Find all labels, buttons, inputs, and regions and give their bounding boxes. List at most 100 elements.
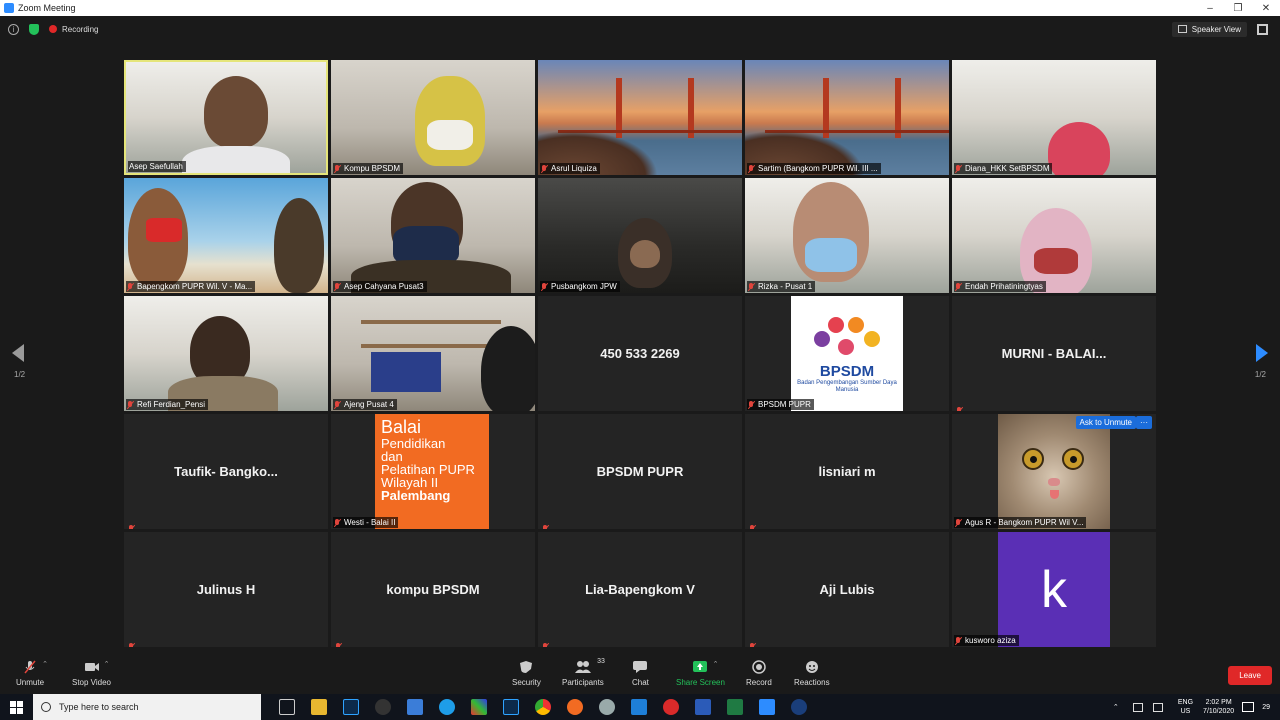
share-screen-button[interactable]: ⌃ Share Screen <box>676 660 725 687</box>
windows-start-icon[interactable] <box>10 700 23 714</box>
color-app-icon[interactable] <box>471 699 487 715</box>
mail-icon[interactable] <box>631 699 647 715</box>
participant-tile[interactable]: Asep Cahyana Pusat3 <box>331 178 535 293</box>
participants-button[interactable]: 33 Participants <box>562 658 605 687</box>
record-label: Record <box>746 678 772 687</box>
window-titlebar: Zoom Meeting – ❐ ✕ <box>0 0 1280 16</box>
word-icon[interactable] <box>695 699 711 715</box>
participant-name: Asep Cahyana Pusat3 <box>333 281 427 292</box>
video-options-caret-icon[interactable]: ⌃ <box>104 660 110 668</box>
prev-page-arrow-icon[interactable] <box>12 344 24 362</box>
window-title: Zoom Meeting <box>18 3 76 13</box>
participant-tile[interactable]: Endah Prihatiningtyas <box>952 178 1156 293</box>
excel-icon[interactable] <box>727 699 743 715</box>
participant-name: Ajeng Pusat 4 <box>333 399 397 410</box>
unmute-button[interactable]: ⌃ Unmute <box>16 660 48 687</box>
volume-icon[interactable] <box>1152 702 1163 712</box>
participant-name: Diana_HKK SetBPSDM <box>954 163 1053 174</box>
participant-tile[interactable]: Ajeng Pusat 4 <box>331 296 535 411</box>
chat-button[interactable]: Chat <box>632 660 649 687</box>
participant-tile[interactable]: Rizka - Pusat 1 <box>745 178 949 293</box>
more-options-button[interactable]: ··· <box>1136 416 1152 429</box>
edge-icon[interactable] <box>439 699 455 715</box>
tool-app-icon[interactable] <box>599 699 615 715</box>
participant-tile[interactable]: Diana_HKK SetBPSDM <box>952 60 1156 175</box>
mic-muted-icon: ⌃ <box>22 660 48 674</box>
fullscreen-icon[interactable] <box>1257 23 1268 35</box>
participant-tile[interactable]: 450 533 2269 <box>538 296 742 411</box>
region-code: US <box>1180 708 1191 715</box>
leave-button[interactable]: Leave <box>1228 666 1272 685</box>
recording-label: Recording <box>62 24 99 34</box>
letter-avatar: k <box>998 532 1110 647</box>
participant-tile[interactable]: BPSDM Badan Pengembangan Sumber Daya Man… <box>745 296 949 411</box>
stop-video-button[interactable]: ⌃ Stop Video <box>72 660 111 687</box>
security-button[interactable]: Security <box>512 660 541 687</box>
participant-tile[interactable]: Lia-Bapengkom V <box>538 532 742 647</box>
participant-tile[interactable]: Bapengkom PUPR Wil. V - Ma... <box>124 178 328 293</box>
participant-tile[interactable]: Kompu BPSDM <box>331 60 535 175</box>
network-icon[interactable] <box>1132 702 1143 712</box>
participant-name: Westi - Balai II <box>333 517 399 528</box>
participants-icon: 33 <box>574 658 605 674</box>
info-icon[interactable]: i <box>8 23 19 35</box>
mic-muted-icon <box>955 636 962 645</box>
participant-tile[interactable]: Balai Pendidikan dan Pelatihan PUPR Wila… <box>331 414 535 529</box>
participant-tile[interactable]: Ask to Unmute ··· Agus R - Bangkom PUPR … <box>952 414 1156 529</box>
gallery-grid: Asep Saefullah Kompu BPSDM Asrul Liquiza… <box>124 60 1156 648</box>
participant-tile[interactable]: lisniari m <box>745 414 949 529</box>
chat-bubble-icon <box>632 660 648 674</box>
taskbar-search-box[interactable]: Type here to search <box>33 694 261 720</box>
participant-video <box>952 178 1156 293</box>
media-app-icon[interactable] <box>375 699 391 715</box>
task-view-icon[interactable] <box>279 699 295 715</box>
balai-card-image: Balai Pendidikan dan Pelatihan PUPR Wila… <box>375 414 489 529</box>
participant-tile[interactable]: k kusworo aziza <box>952 532 1156 647</box>
cat-avatar-image <box>998 414 1110 529</box>
record-button[interactable]: Record <box>746 660 772 687</box>
photoshop-icon-2[interactable] <box>503 699 519 715</box>
participant-tile[interactable]: Aji Lubis <box>745 532 949 647</box>
notification-icon[interactable] <box>1242 702 1255 712</box>
next-page-arrow-icon[interactable] <box>1256 344 1268 362</box>
speaker-view-button[interactable]: Speaker View <box>1171 21 1247 37</box>
participant-tile[interactable]: Pusbangkom JPW <box>538 178 742 293</box>
firefox-icon[interactable] <box>567 699 583 715</box>
photoshop-icon[interactable] <box>343 699 359 715</box>
minimize-button[interactable]: – <box>1196 3 1224 14</box>
page-indicator-left: 1/2 <box>14 370 26 379</box>
browser-app-icon[interactable] <box>791 699 807 715</box>
zoom-taskbar-icon[interactable] <box>759 699 775 715</box>
participant-name: Asrul Liquiza <box>540 163 600 174</box>
participants-count: 33 <box>597 658 605 665</box>
language-indicator[interactable]: ENG US <box>1178 698 1193 716</box>
taskbar-clock[interactable]: 2:02 PM 7/10/2020 <box>1203 698 1234 716</box>
encryption-shield-icon[interactable] <box>29 23 39 35</box>
opera-icon[interactable] <box>663 699 679 715</box>
mic-muted-icon <box>748 164 755 173</box>
participant-tile[interactable]: MURNI - BALAI... <box>952 296 1156 411</box>
restore-button[interactable]: ❐ <box>1224 3 1252 14</box>
share-options-caret-icon[interactable]: ⌃ <box>713 660 719 668</box>
ask-to-unmute-button[interactable]: Ask to Unmute <box>1075 416 1136 429</box>
participant-tile[interactable]: Asrul Liquiza <box>538 60 742 175</box>
participant-tile[interactable]: Taufik- Bangko... <box>124 414 328 529</box>
chat-label: Chat <box>632 678 649 687</box>
participant-tile[interactable]: Sartim (Bangkom PUPR Wil. III ... <box>745 60 949 175</box>
participant-tile[interactable]: Refi Ferdian_Pensi <box>124 296 328 411</box>
participant-tile[interactable]: Asep Saefullah <box>124 60 328 175</box>
search-icon <box>41 702 51 712</box>
participant-tile[interactable]: Julinus H <box>124 532 328 647</box>
close-button[interactable]: ✕ <box>1252 3 1280 14</box>
chrome-icon[interactable] <box>535 699 551 715</box>
store-icon[interactable] <box>407 699 423 715</box>
reactions-button[interactable]: Reactions <box>794 660 830 687</box>
participant-name: Asep Saefullah <box>128 161 186 172</box>
file-explorer-icon[interactable] <box>311 699 327 715</box>
mic-muted-icon <box>748 282 755 291</box>
security-shield-icon <box>518 660 534 674</box>
tray-expand-icon[interactable]: ⌃ <box>1113 703 1123 712</box>
audio-options-caret-icon[interactable]: ⌃ <box>42 660 48 668</box>
participant-tile[interactable]: kompu BPSDM <box>331 532 535 647</box>
participant-tile[interactable]: BPSDM PUPR <box>538 414 742 529</box>
